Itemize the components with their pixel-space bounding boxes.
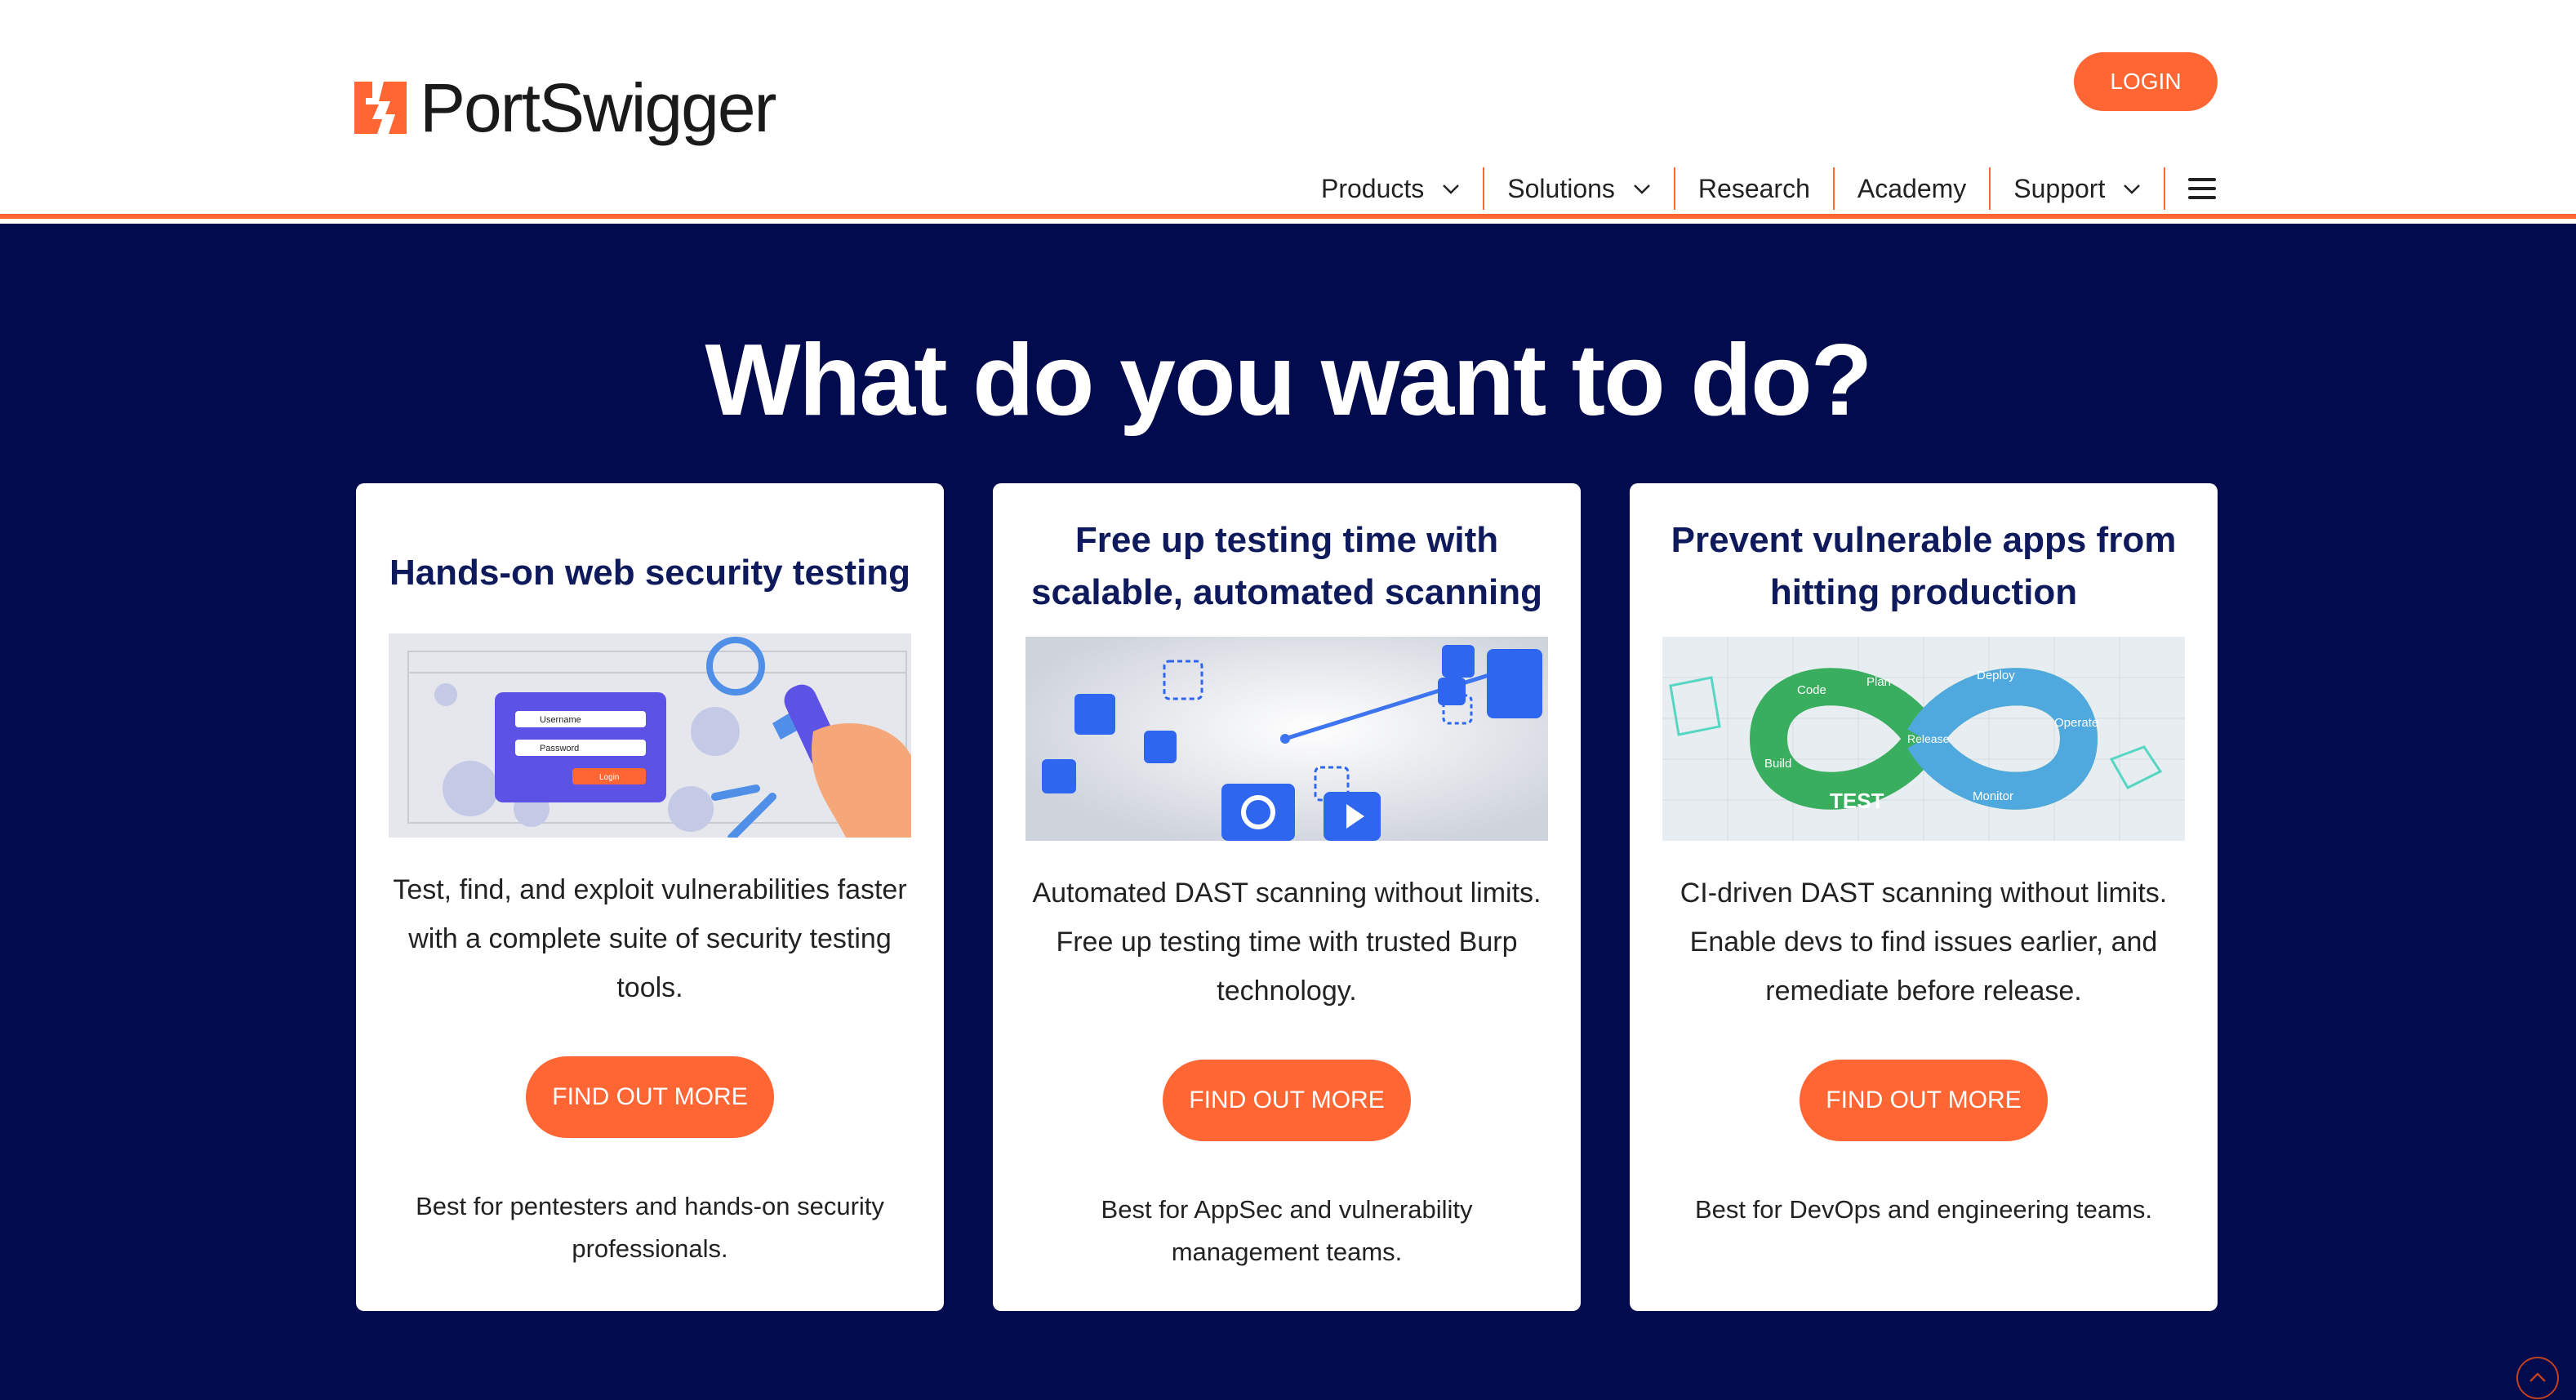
- chevron-down-icon: [1634, 184, 1650, 194]
- hero-title: What do you want to do?: [705, 324, 1873, 437]
- card-illustration-devops: Code Plan Build TEST Release Deploy Oper…: [1662, 637, 2185, 841]
- hero-section: What do you want to do? Hands-on web sec…: [0, 224, 2576, 1400]
- chevron-down-icon: [2124, 184, 2141, 194]
- card-description: CI-driven DAST scanning without limits. …: [1680, 878, 2168, 1007]
- hamburger-menu-button[interactable]: [2165, 167, 2217, 210]
- card-audience-note: Best for pentesters and hands-on securit…: [416, 1192, 884, 1263]
- card-description: Test, find, and exploit vulnerabilities …: [393, 874, 907, 1003]
- find-out-more-button[interactable]: FIND OUT MORE: [1800, 1060, 2048, 1141]
- scanning-illustration: [1026, 637, 1548, 841]
- nav-item-support[interactable]: Support: [1991, 167, 2166, 210]
- card-prevent-vulnerable-apps: Prevent vulnerable apps from hitting pro…: [1630, 483, 2218, 1311]
- portswigger-logo-icon: [354, 82, 407, 134]
- login-form-illustration: Username Password Login: [389, 633, 911, 838]
- card-illustration-login: Username Password Login: [389, 633, 911, 838]
- nav-item-label: Research: [1697, 173, 1810, 203]
- card-web-security-testing: Hands-on web security testing Username P…: [356, 483, 944, 1311]
- card-audience-note: Best for AppSec and vulnerability manage…: [1101, 1195, 1473, 1266]
- find-out-more-button[interactable]: FIND OUT MORE: [526, 1056, 774, 1138]
- portswigger-logo[interactable]: PortSwigger: [354, 69, 777, 147]
- nav-item-label: Products: [1321, 173, 1425, 203]
- devops-label-test: TEST: [1830, 789, 1884, 813]
- password-field-label: Password: [540, 744, 579, 753]
- card-title: Hands-on web security testing: [389, 553, 911, 593]
- brand-name: PortSwigger: [420, 69, 777, 146]
- devops-label-build: Build: [1764, 757, 1791, 771]
- hamburger-menu-icon: [2188, 178, 2217, 199]
- card-title: Free up testing time with scalable, auto…: [1031, 520, 1542, 612]
- card-illustration-scanning: [1026, 637, 1548, 841]
- card-description: Automated DAST scanning without limits. …: [1032, 878, 1542, 1007]
- card-audience-note: Best for DevOps and engineering teams.: [1694, 1195, 2153, 1224]
- login-button[interactable]: LOGIN: [2074, 52, 2218, 111]
- chevron-up-icon: [2529, 1372, 2546, 1382]
- find-out-more-button[interactable]: FIND OUT MORE: [1163, 1060, 1411, 1141]
- devops-label-monitor: Monitor: [1973, 789, 2013, 803]
- nav-item-products[interactable]: Products: [1298, 167, 1485, 210]
- main-nav: Products Solutions Research Academy Supp…: [1298, 163, 2217, 214]
- nav-item-label: Support: [2013, 173, 2106, 203]
- nav-item-label: Academy: [1857, 173, 1967, 203]
- username-field-label: Username: [540, 715, 581, 725]
- devops-label-plan: Plan: [1866, 675, 1891, 689]
- devops-label-operate: Operate: [2054, 716, 2098, 730]
- site-header: PortSwigger LOGIN Products Solutions Res…: [0, 0, 2576, 219]
- card-title: Prevent vulnerable apps from hitting pro…: [1671, 520, 2177, 612]
- nav-item-solutions[interactable]: Solutions: [1484, 167, 1675, 210]
- devops-label-deploy: Deploy: [1977, 669, 2015, 682]
- devops-loop-illustration: Code Plan Build TEST Release Deploy Oper…: [1662, 637, 2185, 841]
- card-automated-scanning: Free up testing time with scalable, auto…: [993, 483, 1581, 1311]
- nav-item-academy[interactable]: Academy: [1835, 167, 1991, 210]
- scroll-to-top-button[interactable]: [2516, 1357, 2559, 1399]
- nav-item-label: Solutions: [1507, 173, 1615, 203]
- login-button-label: Login: [599, 773, 619, 782]
- devops-label-release: Release: [1907, 732, 1950, 745]
- devops-label-code: Code: [1797, 683, 1826, 697]
- nav-item-research[interactable]: Research: [1675, 167, 1835, 210]
- chevron-down-icon: [1443, 184, 1460, 194]
